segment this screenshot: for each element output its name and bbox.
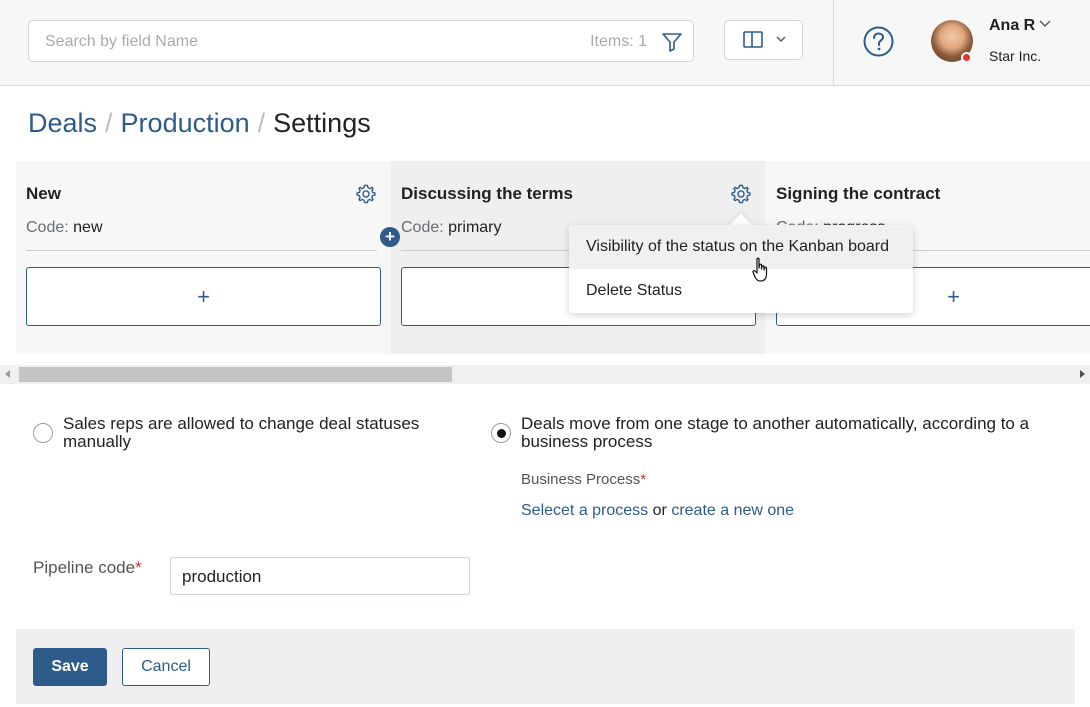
pipeline-code-label-text: Pipeline code [33,558,136,577]
scrollbar-thumb[interactable] [19,367,452,382]
pipeline-code-input[interactable]: production [170,557,470,595]
avatar[interactable] [931,20,973,63]
radio-automatic-label[interactable]: Deals move from one stage to another aut… [521,415,1061,451]
add-column-button[interactable]: + [380,227,400,247]
status-context-menu: Visibility of the status on the Kanban b… [569,225,913,313]
breadcrumb-deals[interactable]: Deals [28,108,97,138]
gear-icon[interactable] [730,183,752,205]
column-title: Signing the contract [776,184,941,203]
required-mark: * [640,471,647,488]
top-bar: Search by field Name Items: 1 Ana R Star… [0,0,1090,86]
search-input[interactable]: Search by field Name Items: 1 [28,20,694,62]
required-mark: * [135,558,142,577]
radio-automatic[interactable] [491,423,511,443]
business-process-links: Selecet a process or create a new one [521,502,794,520]
kanban-board: New Code: new + Discussing the terms Cod… [16,161,1090,354]
chevron-down-icon [776,36,786,42]
panel-layout-icon [743,31,763,48]
hand-cursor-icon [752,257,768,282]
select-process-link[interactable]: Selecet a process [521,502,648,519]
user-name[interactable]: Ana R [989,17,1035,35]
filter-icon[interactable] [661,31,683,53]
column-code: Code: primary [401,219,502,237]
save-button[interactable]: Save [33,648,107,686]
header-divider [833,0,834,86]
business-process-label-text: Business Process [521,471,641,488]
breadcrumb: Deals / Production / Settings [28,108,371,139]
menu-item-visibility[interactable]: Visibility of the status on the Kanban b… [569,225,913,269]
create-process-link[interactable]: create a new one [671,502,794,519]
chevron-down-icon[interactable] [1039,19,1051,29]
pipeline-code-label: Pipeline code* [33,556,143,579]
items-count: Items: 1 [590,33,647,50]
scroll-left-icon[interactable] [5,370,10,378]
user-company: Star Inc. [989,48,1042,64]
radio-manual[interactable] [33,423,53,443]
breadcrumb-production[interactable]: Production [121,108,250,138]
business-process-label: Business Process* [521,471,646,488]
add-deal-button[interactable]: + [26,267,381,326]
or-text: or [652,502,667,519]
code-label: Code: [26,219,69,236]
radio-manual-label[interactable]: Sales reps are allowed to change deal st… [63,415,473,451]
plus-icon: + [197,283,210,309]
cancel-button[interactable]: Cancel [122,648,210,686]
code-label: Code: [401,219,444,236]
scroll-right-icon[interactable] [1080,370,1085,378]
code-underline [26,250,377,251]
column-title: New [26,184,61,203]
kanban-column-new: New Code: new + [16,161,390,354]
status-dot [961,52,972,63]
form-footer: Save Cancel [16,629,1075,704]
code-value[interactable]: primary [448,219,501,236]
breadcrumb-separator: / [257,108,266,138]
breadcrumb-separator: / [105,108,113,138]
help-icon[interactable] [863,26,894,57]
horizontal-scrollbar[interactable] [0,365,1090,384]
gear-icon[interactable] [355,183,377,205]
column-code: Code: new [26,219,103,237]
code-value[interactable]: new [73,219,102,236]
column-title: Discussing the terms [401,184,573,203]
search-placeholder: Search by field Name [45,33,198,50]
breadcrumb-current: Settings [273,108,371,138]
view-mode-button[interactable] [724,20,803,60]
menu-item-delete-status[interactable]: Delete Status [569,269,913,313]
plus-icon: + [947,283,960,309]
